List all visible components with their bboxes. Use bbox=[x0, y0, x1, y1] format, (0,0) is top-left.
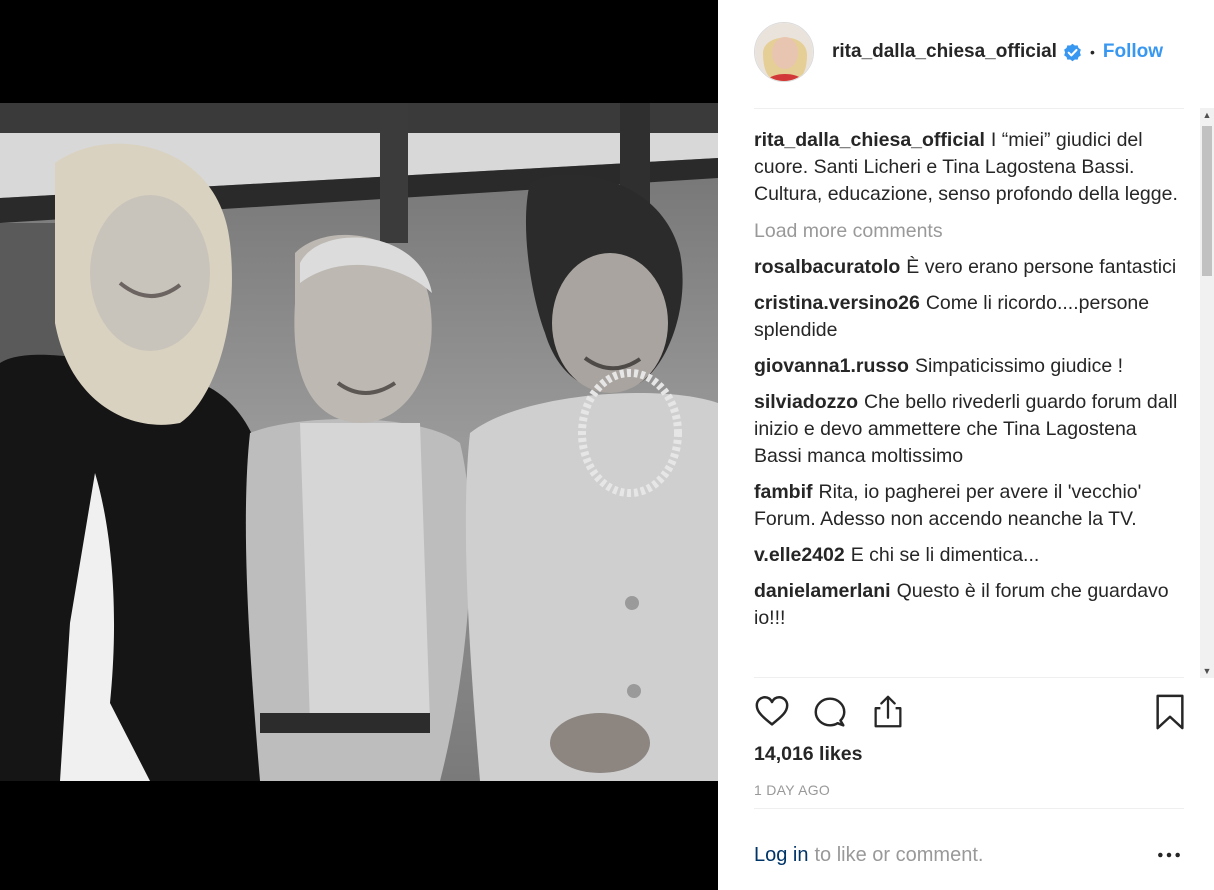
post-header: rita_dalla_chiesa_official • Follow bbox=[754, 20, 1184, 84]
post-photo-image bbox=[0, 103, 718, 781]
avatar[interactable] bbox=[754, 22, 814, 82]
comment-text: È vero erano persone fantastici bbox=[906, 256, 1177, 278]
caption: rita_dalla_chiesa_official I “miei” giudi… bbox=[754, 127, 1184, 208]
action-bar bbox=[754, 690, 1184, 734]
likes-count[interactable]: 14,016 likes bbox=[754, 743, 862, 766]
scrollbar-thumb[interactable] bbox=[1202, 126, 1212, 276]
list-item: fambif Rita, io pagherei per avere il 've… bbox=[754, 479, 1184, 533]
heart-icon[interactable] bbox=[752, 692, 792, 732]
comments-divider bbox=[754, 677, 1184, 678]
list-item: danielamerlani Questo è il forum che guar… bbox=[754, 578, 1184, 632]
header-divider bbox=[754, 108, 1184, 109]
separator-dot: • bbox=[1089, 44, 1095, 60]
verified-badge-icon bbox=[1063, 43, 1082, 62]
post-photo[interactable] bbox=[0, 103, 718, 781]
comment-text: E chi se li dimentica... bbox=[850, 544, 1040, 566]
comment-username[interactable]: danielamerlani bbox=[754, 580, 891, 602]
comments-list[interactable]: rita_dalla_chiesa_official I “miei” giudi… bbox=[754, 127, 1184, 677]
post-side-panel: rita_dalla_chiesa_official • Follow rita… bbox=[718, 0, 1214, 890]
list-item: v.elle2402 E chi se li dimentica... bbox=[754, 542, 1184, 569]
footer-divider bbox=[754, 808, 1184, 809]
login-link[interactable]: Log in bbox=[754, 844, 809, 867]
avatar-image bbox=[755, 23, 813, 81]
comment-username[interactable]: cristina.versino26 bbox=[754, 292, 920, 314]
comment-username[interactable]: silviadozzo bbox=[754, 391, 858, 413]
comment-username[interactable]: v.elle2402 bbox=[754, 544, 845, 566]
comment-username[interactable]: giovanna1.russo bbox=[754, 355, 909, 377]
list-item: rosalbacuratolo È vero erano persone fant… bbox=[754, 254, 1184, 281]
photo-pane bbox=[0, 0, 718, 890]
follow-button[interactable]: Follow bbox=[1103, 41, 1163, 63]
login-prompt: Log in to like or comment. bbox=[754, 840, 1184, 870]
ellipsis-icon[interactable] bbox=[1154, 840, 1184, 870]
scroll-down-arrow-icon[interactable]: ▼ bbox=[1200, 664, 1214, 678]
post-timestamp[interactable]: 1 DAY AGO bbox=[754, 782, 830, 798]
instagram-post-modal: rita_dalla_chiesa_official • Follow rita… bbox=[0, 0, 1214, 890]
load-more-comments-button[interactable]: Load more comments bbox=[754, 218, 1184, 245]
login-suffix-text: to like or comment. bbox=[814, 843, 984, 866]
comment-text: Simpaticissimo giudice ! bbox=[914, 355, 1124, 377]
comment-username[interactable]: fambif bbox=[754, 481, 813, 503]
bookmark-icon[interactable] bbox=[1150, 692, 1190, 732]
caption-username[interactable]: rita_dalla_chiesa_official bbox=[754, 129, 985, 151]
list-item: silviadozzo Che bello rivederli guardo fo… bbox=[754, 389, 1184, 470]
share-arrow-icon[interactable] bbox=[868, 692, 908, 732]
scroll-up-arrow-icon[interactable]: ▲ bbox=[1200, 108, 1214, 122]
post-owner-username[interactable]: rita_dalla_chiesa_official bbox=[832, 41, 1057, 63]
list-item: giovanna1.russo Simpaticissimo giudice ! bbox=[754, 353, 1184, 380]
speech-bubble-icon[interactable] bbox=[810, 692, 850, 732]
comments-scrollbar[interactable]: ▲ ▼ bbox=[1200, 108, 1214, 678]
comment-username[interactable]: rosalbacuratolo bbox=[754, 256, 900, 278]
list-item: cristina.versino26 Come li ricordo....per… bbox=[754, 290, 1184, 344]
